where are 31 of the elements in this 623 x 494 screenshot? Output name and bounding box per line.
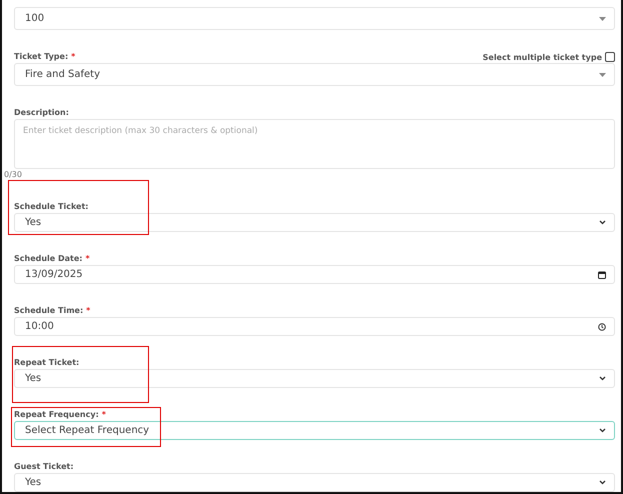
- select-field[interactable]: 100: [14, 7, 615, 30]
- required-mark: *: [86, 254, 90, 263]
- chevron-down-icon: [599, 376, 606, 381]
- field-label: Schedule Time:: [14, 306, 84, 315]
- chevron-down-icon: [599, 480, 606, 485]
- field-label: Description:: [14, 108, 69, 117]
- caret-icon: [599, 16, 606, 20]
- select-field[interactable]: Select Repeat Frequency: [14, 421, 615, 440]
- checkbox[interactable]: [605, 52, 615, 62]
- character-counter: 0/30: [4, 170, 23, 180]
- field-label: Schedule Ticket:: [14, 202, 88, 211]
- chevron-down-icon: [599, 220, 606, 225]
- clock-icon[interactable]: [598, 322, 606, 330]
- checkbox-label: Select multiple ticket type: [482, 52, 602, 62]
- select-field[interactable]: Yes: [14, 369, 615, 388]
- select-field[interactable]: Yes: [14, 213, 615, 232]
- field-label: Schedule Date:: [14, 254, 82, 263]
- chevron-down-icon: [599, 428, 606, 433]
- field-label: Repeat Ticket:: [14, 358, 80, 367]
- select-field[interactable]: Fire and Safety: [14, 63, 615, 86]
- field-label: Ticket Type:: [14, 52, 68, 61]
- required-mark: *: [86, 306, 90, 315]
- field-label: Repeat Frequency:: [14, 410, 99, 419]
- caret-icon: [599, 72, 606, 76]
- field-label: Guest Ticket:: [14, 462, 74, 471]
- time-field[interactable]: 10:00: [14, 317, 615, 336]
- select-field[interactable]: Yes: [14, 473, 615, 492]
- date-field[interactable]: 13/09/2025: [14, 265, 615, 284]
- required-mark: *: [71, 52, 76, 61]
- required-mark: *: [102, 410, 106, 419]
- calendar-icon[interactable]: [598, 270, 606, 278]
